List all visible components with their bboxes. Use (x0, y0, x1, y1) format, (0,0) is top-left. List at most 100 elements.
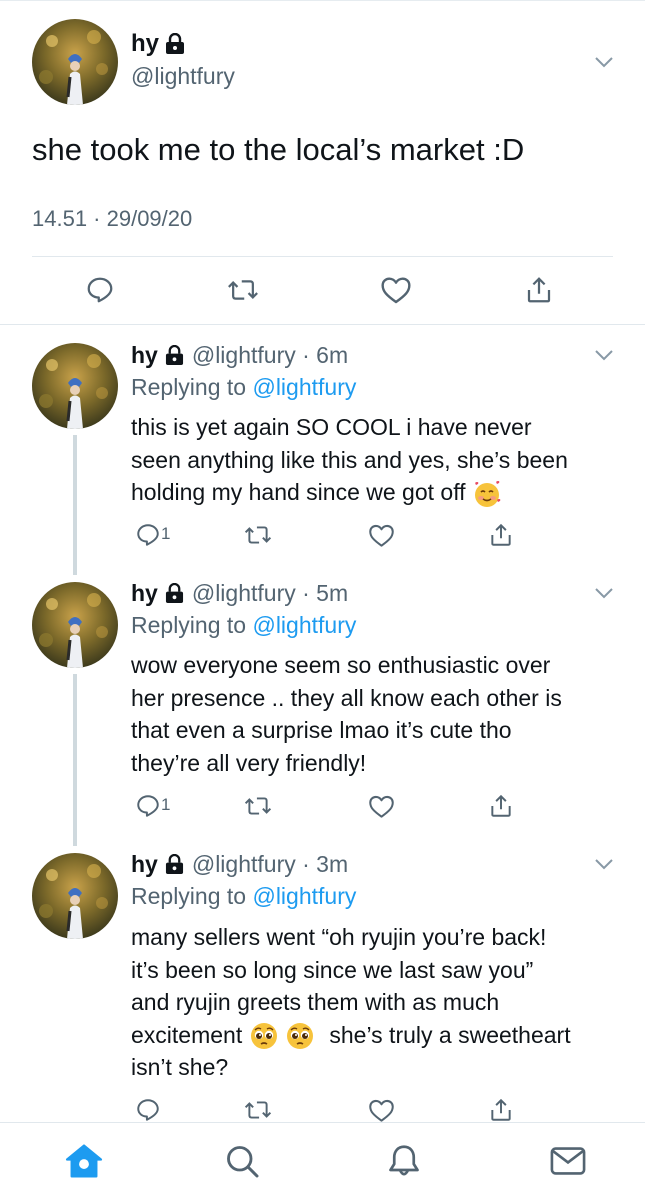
display-name[interactable]: hy (131, 851, 158, 878)
share-button[interactable] (484, 789, 518, 823)
main-tweet: hy @lightfury she took me to the local’s… (0, 0, 645, 325)
display-name[interactable]: hy (131, 342, 158, 369)
text-line: wow everyone seem so enthusiastic over (131, 652, 551, 678)
heart-icon (368, 524, 394, 547)
retweet-icon (244, 1101, 272, 1119)
messages-icon (550, 1147, 586, 1175)
reply-icon (137, 795, 159, 817)
text-line-with-emoji: holding my hand since we got off (131, 476, 621, 509)
reply-button[interactable]: 1 (131, 789, 170, 823)
handle-and-time[interactable]: @lightfury · 3m (192, 851, 348, 878)
pleading-face-emoji (250, 1023, 277, 1050)
like-button[interactable] (376, 270, 416, 310)
text-line: her presence .. they all know each other… (131, 684, 562, 711)
share-icon (491, 1098, 511, 1121)
replying-to-prefix: Replying to (131, 374, 253, 400)
avatar[interactable] (32, 19, 118, 105)
thread-connector (73, 674, 77, 846)
mention-link[interactable]: @lightfury (252, 374, 356, 400)
bottom-tab-bar (0, 1122, 645, 1200)
chevron-down-icon[interactable] (595, 56, 613, 68)
tweet-timestamp[interactable]: 14.51 · 29/09/20 (32, 206, 192, 232)
avatar[interactable] (32, 343, 118, 429)
reply-button[interactable]: 1 (131, 518, 170, 552)
text-line: isn’t she? (131, 1054, 229, 1081)
handle[interactable]: @lightfury (131, 63, 235, 90)
reply-header: hy @lightfury · 6m (131, 342, 348, 369)
reply-header: hy @lightfury · 3m (131, 851, 348, 878)
mention-link[interactable]: @lightfury (252, 883, 356, 909)
retweet-button[interactable] (241, 518, 275, 552)
avatar[interactable] (32, 582, 118, 668)
reply-icon (137, 524, 159, 546)
text-line: seen anything like this and yes, she’s b… (131, 446, 568, 473)
replying-to-prefix: Replying to (131, 612, 253, 638)
notifications-icon (389, 1145, 419, 1176)
share-button[interactable] (519, 270, 559, 310)
retweet-icon (228, 280, 258, 300)
search-icon (227, 1146, 259, 1178)
heart-icon (368, 1099, 394, 1122)
retweet-button[interactable] (223, 270, 263, 310)
share-button[interactable] (484, 518, 518, 552)
display-name[interactable]: hy (131, 580, 158, 607)
share-icon (491, 794, 511, 817)
reply-tweet[interactable]: hy @lightfury · 5m Replying to @lightfur… (0, 570, 645, 846)
handle-and-time[interactable]: @lightfury · 5m (192, 580, 348, 607)
tweet-text: she took me to the local’s market :D (32, 132, 525, 167)
share-icon (491, 523, 511, 546)
retweet-button[interactable] (241, 789, 275, 823)
smiling-face-with-hearts-emoji (474, 480, 501, 507)
like-button[interactable] (364, 518, 398, 552)
reply-actions: 1 (131, 789, 511, 823)
reply-icon (137, 1099, 159, 1121)
display-name[interactable]: hy (131, 30, 185, 58)
like-button[interactable] (364, 789, 398, 823)
chevron-down-icon[interactable] (595, 349, 613, 361)
tab-notifications[interactable] (384, 1141, 424, 1181)
tab-search[interactable] (222, 1141, 262, 1181)
lock-icon (165, 583, 183, 603)
replying-to: Replying to @lightfury (131, 374, 356, 401)
reply-text: this is yet again SO COOL i have never s… (131, 411, 621, 509)
name-text[interactable]: hy (131, 30, 159, 58)
share-icon (527, 277, 551, 303)
tab-messages[interactable] (548, 1141, 588, 1181)
reply-actions: 1 (131, 518, 511, 552)
retweet-icon (244, 526, 272, 544)
replying-to: Replying to @lightfury (131, 612, 356, 639)
tweet-actions (32, 270, 613, 312)
reply-tweet[interactable]: hy @lightfury · 3m Replying to @lightfur… (0, 840, 645, 1122)
home-icon (65, 1144, 103, 1178)
heart-icon (368, 795, 394, 818)
divider (32, 256, 613, 257)
chevron-down-icon[interactable] (595, 587, 613, 599)
reply-button[interactable] (80, 270, 120, 310)
retweet-icon (244, 797, 272, 815)
reply-count: 1 (161, 795, 171, 814)
text-line: and ryujin greets them with as much (131, 989, 500, 1015)
thread-connector (73, 435, 77, 575)
reply-text: wow everyone seem so enthusiastic over h… (131, 649, 621, 779)
reply-tweet[interactable]: hy @lightfury · 6m Replying to @lightfur… (0, 325, 645, 575)
avatar[interactable] (32, 853, 118, 939)
pleading-face-emoji (287, 1023, 313, 1050)
text-line-with-emoji: excitement she’s truly a sweetheart (131, 1019, 621, 1052)
reply-count: 1 (161, 524, 171, 543)
handle-and-time[interactable]: @lightfury · 6m (192, 342, 348, 369)
heart-icon (381, 277, 411, 304)
text-line: they’re all very friendly! (131, 749, 367, 776)
text-line: she’s truly a sweetheart (329, 1021, 571, 1048)
replying-to-prefix: Replying to (131, 883, 253, 909)
replying-to: Replying to @lightfury (131, 883, 356, 910)
reply-text: many sellers went “oh ryujin you’re back… (131, 921, 621, 1084)
lock-icon (165, 854, 183, 874)
lock-icon (165, 345, 183, 365)
chevron-down-icon[interactable] (595, 858, 613, 870)
text-line: excitement (131, 1021, 243, 1048)
lock-icon (166, 33, 185, 54)
text-line: this is yet again SO COOL i have never (131, 414, 532, 440)
mention-link[interactable]: @lightfury (252, 612, 356, 638)
text-line: it’s been so long since we last saw you” (131, 956, 534, 983)
tab-home[interactable] (64, 1141, 104, 1181)
